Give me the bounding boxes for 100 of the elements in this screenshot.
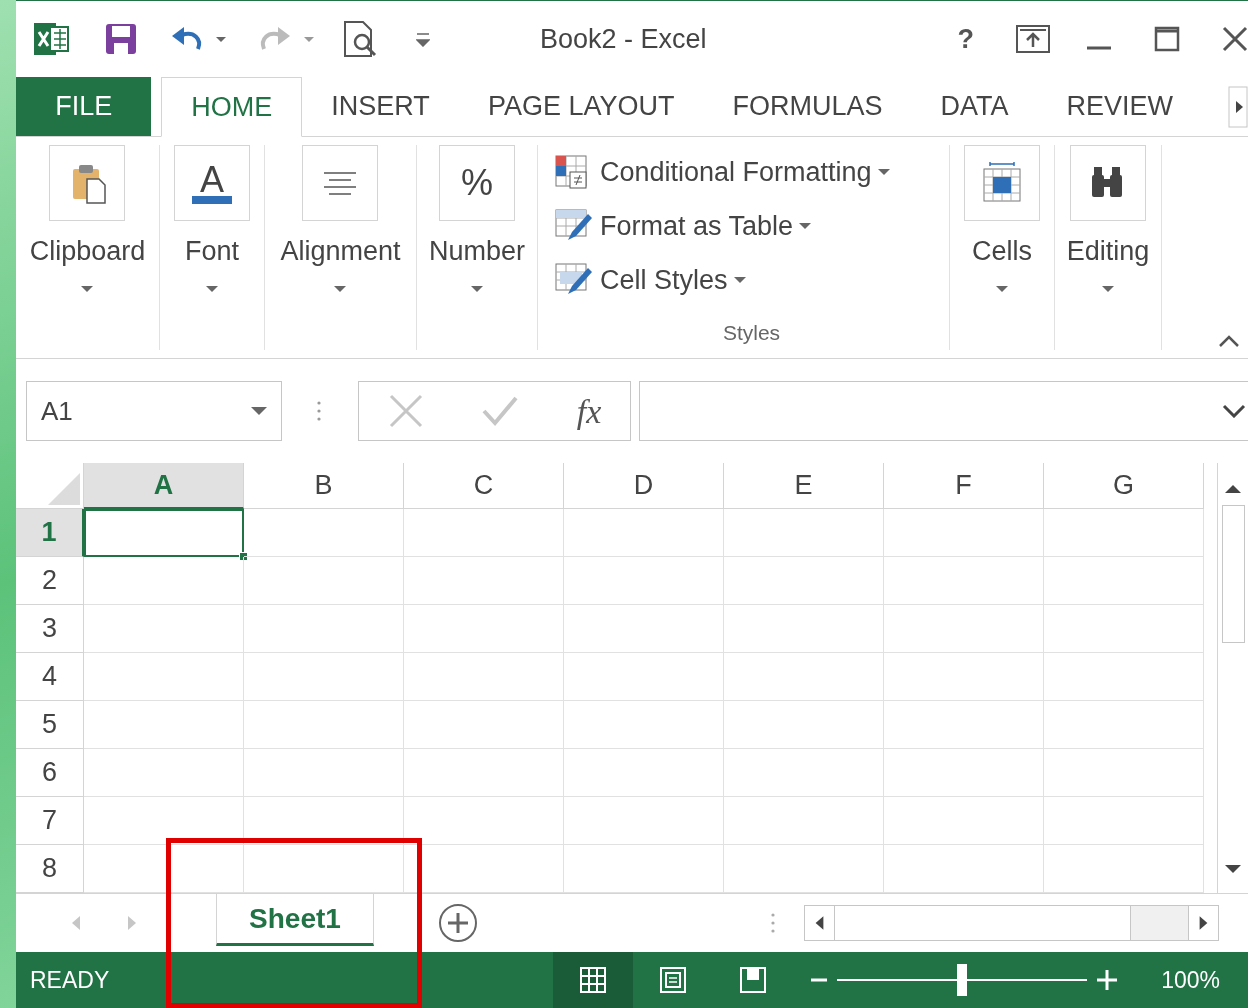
ribbon-tab[interactable]: PAGE LAYOUT	[458, 77, 704, 136]
splitter-handle-icon[interactable]	[770, 911, 776, 935]
view-button[interactable]	[553, 952, 634, 1008]
ribbon-menu-button[interactable]: Format as Table	[554, 199, 812, 253]
expand-chevron-icon[interactable]	[1222, 404, 1246, 418]
sheet-tab[interactable]: Sheet1	[216, 894, 374, 946]
grid-cell[interactable]	[724, 701, 884, 749]
row-header[interactable]: 2	[16, 557, 84, 605]
grid-cell[interactable]	[724, 605, 884, 653]
grid-cell[interactable]	[564, 653, 724, 701]
grid-cell[interactable]	[1044, 797, 1204, 845]
grid-cell[interactable]	[244, 701, 404, 749]
grid-cell[interactable]	[84, 605, 244, 653]
dropdown-caret-icon[interactable]	[251, 407, 267, 415]
grid-cell[interactable]	[564, 509, 724, 557]
checkmark-icon[interactable]	[481, 395, 520, 427]
row-header[interactable]: 6	[16, 749, 84, 797]
scroll-thumb[interactable]	[1222, 505, 1245, 643]
row-header[interactable]: 7	[16, 797, 84, 845]
grid-cell[interactable]	[84, 797, 244, 845]
grid-cell[interactable]	[404, 797, 564, 845]
grid-cell[interactable]	[404, 509, 564, 557]
column-header[interactable]: G	[1044, 463, 1204, 509]
grid-cell[interactable]	[724, 653, 884, 701]
grid-cell[interactable]	[84, 653, 244, 701]
grid-cell[interactable]	[404, 653, 564, 701]
help-button[interactable]: ?	[957, 18, 974, 60]
ribbon-tab[interactable]: INSERT	[302, 77, 459, 136]
grid-cell[interactable]	[564, 797, 724, 845]
zoom-level[interactable]: 100%	[1161, 962, 1220, 998]
fill-handle[interactable]	[239, 552, 248, 561]
column-header[interactable]: B	[244, 463, 404, 509]
select-all-icon[interactable]	[46, 471, 82, 507]
row-header[interactable]: 8	[16, 845, 84, 893]
grid-cell[interactable]	[564, 557, 724, 605]
column-header[interactable]: D	[564, 463, 724, 509]
scroll-left-icon[interactable]	[805, 906, 835, 940]
grid-cell[interactable]	[884, 557, 1044, 605]
ribbon-group-button[interactable]: % Number	[429, 145, 525, 292]
name-box[interactable]: A1	[26, 381, 282, 441]
grid-cell[interactable]	[884, 605, 1044, 653]
grid-cell[interactable]	[1044, 605, 1204, 653]
scroll-right-icon[interactable]	[1228, 85, 1248, 128]
previous-sheet-icon[interactable]	[70, 914, 82, 932]
insert-function-button[interactable]: fx	[576, 385, 602, 437]
ribbon-group-button[interactable]: Clipboard	[29, 145, 146, 292]
customize-caret-icon[interactable]	[416, 31, 430, 47]
grid-cell[interactable]	[244, 653, 404, 701]
column-header[interactable]: E	[724, 463, 884, 509]
grid-cell[interactable]	[564, 605, 724, 653]
column-header[interactable]: F	[884, 463, 1044, 509]
grid-cell[interactable]	[1044, 557, 1204, 605]
ribbon-group-button[interactable]: Editing	[1066, 145, 1150, 292]
scroll-right-icon[interactable]	[1188, 906, 1218, 940]
grid-cell[interactable]	[404, 557, 564, 605]
grid-cell[interactable]	[84, 557, 244, 605]
grid-cell[interactable]	[1044, 749, 1204, 797]
grid-cell[interactable]	[724, 749, 884, 797]
add-sheet-icon[interactable]	[438, 903, 478, 943]
grid-cell[interactable]	[84, 749, 244, 797]
grid-cell[interactable]	[244, 605, 404, 653]
resize-handle-icon[interactable]	[316, 399, 322, 423]
next-sheet-icon[interactable]	[126, 914, 138, 932]
row-header[interactable]: 3	[16, 605, 84, 653]
grid-cell[interactable]	[724, 557, 884, 605]
grid-cell[interactable]	[884, 653, 1044, 701]
zoom-slider-thumb[interactable]	[957, 964, 968, 996]
ribbon-menu-button[interactable]: Cell Styles	[554, 253, 746, 307]
cancel-icon[interactable]	[387, 393, 424, 429]
column-header[interactable]: A	[84, 463, 244, 509]
close-icon[interactable]	[1222, 26, 1248, 52]
zoom-in-icon[interactable]	[1095, 968, 1120, 992]
ribbon-tab[interactable]: FORMULAS	[703, 77, 912, 136]
grid-cell[interactable]	[244, 797, 404, 845]
save-icon[interactable]	[104, 22, 138, 56]
file-tab[interactable]: FILE	[16, 77, 152, 136]
row-header[interactable]: 4	[16, 653, 84, 701]
grid-cell[interactable]	[244, 509, 404, 557]
ribbon-tab[interactable]: REVIEW	[1037, 77, 1202, 136]
row-header[interactable]: 5	[16, 701, 84, 749]
grid-cell[interactable]	[884, 509, 1044, 557]
grid-cell[interactable]	[1044, 701, 1204, 749]
row-header[interactable]: 1	[16, 509, 84, 557]
grid-cell[interactable]	[884, 749, 1044, 797]
ribbon-tab[interactable]: DATA	[911, 77, 1038, 136]
grid-cell[interactable]	[404, 749, 564, 797]
grid-cell[interactable]	[724, 509, 884, 557]
grid-cell[interactable]	[564, 749, 724, 797]
ribbon-menu-button[interactable]: Conditional Formatting	[554, 145, 890, 199]
grid-cell[interactable]	[884, 701, 1044, 749]
maximize-icon[interactable]	[1154, 26, 1180, 52]
grid-cell[interactable]	[244, 749, 404, 797]
ribbon-tab[interactable]: HOME	[161, 77, 303, 137]
column-header[interactable]: C	[404, 463, 564, 509]
grid-cell[interactable]	[404, 605, 564, 653]
grid-cell[interactable]	[1044, 653, 1204, 701]
ribbon-display-icon[interactable]	[1016, 25, 1050, 53]
grid-cell[interactable]	[884, 797, 1044, 845]
grid-cell[interactable]	[84, 701, 244, 749]
grid-cell[interactable]	[1044, 509, 1204, 557]
